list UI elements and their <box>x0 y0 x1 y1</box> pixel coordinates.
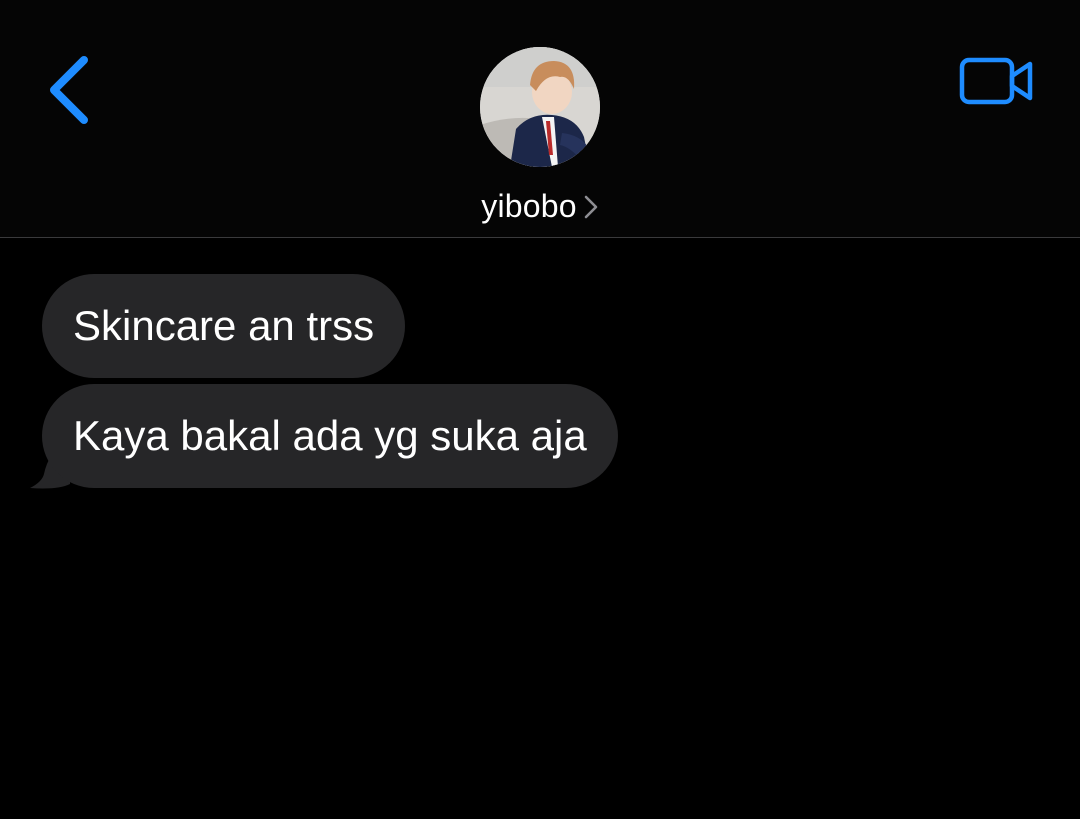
chevron-right-icon <box>584 195 598 218</box>
chevron-left-icon <box>50 56 88 124</box>
contact-name-button[interactable]: yibobo <box>0 184 1080 228</box>
message-bubble-incoming[interactable]: Skincare an trss <box>42 274 406 378</box>
back-button[interactable] <box>40 52 96 128</box>
contact-name: yibobo <box>481 188 577 224</box>
video-camera-icon <box>959 57 1033 105</box>
profile-photo <box>480 47 600 167</box>
video-call-button[interactable] <box>956 52 1040 112</box>
message-bubble-incoming[interactable]: Kaya bakal ada yg suka aja <box>42 384 618 488</box>
conversation-header: yibobo <box>0 0 1080 238</box>
avatar[interactable] <box>480 47 600 167</box>
